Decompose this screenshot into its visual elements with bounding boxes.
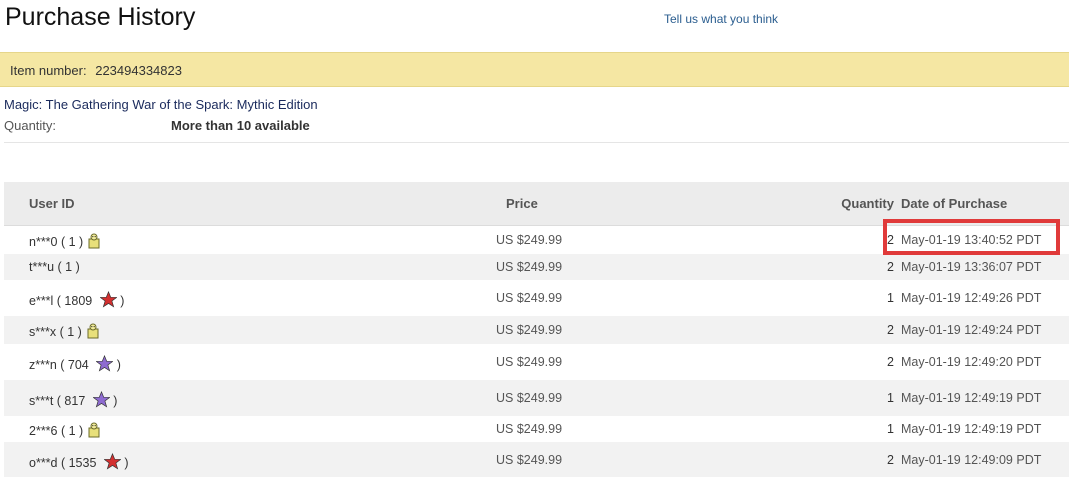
quantity-cell: 1 (887, 290, 894, 305)
feedback-score-close: ) (79, 234, 84, 249)
price-cell: US $249.99 (496, 232, 563, 247)
item-number-label: Item number: (10, 63, 87, 78)
new-user-icon (87, 233, 101, 252)
user-id[interactable]: 2***6 (29, 424, 58, 438)
date-cell: May-01-19 12:49:26 PDT (901, 290, 1042, 305)
header-user-id: User ID (29, 196, 75, 211)
user-id[interactable]: e***l (29, 294, 53, 308)
user-id-cell: z***n ( 704 ) (29, 354, 121, 375)
date-cell: May-01-19 12:49:24 PDT (901, 322, 1042, 337)
table-row: t***u ( 1 ) US $249.99 2 May-01-19 13:36:07… (4, 254, 1069, 280)
user-id-cell: n***0 ( 1 ) (29, 233, 101, 252)
feedback-score[interactable]: ( 1809 (53, 294, 95, 308)
user-id[interactable]: o***d (29, 456, 58, 470)
feedback-score[interactable]: ( 1 (58, 424, 80, 438)
feedback-score-close: ) (77, 324, 82, 339)
quantity-label: Quantity: (4, 118, 57, 133)
price-cell: US $249.99 (496, 259, 563, 274)
feedback-score[interactable]: ( 817 (53, 394, 88, 408)
user-id-cell: o***d ( 1535 ) (29, 452, 129, 473)
quantity-cell: 2 (887, 259, 894, 274)
quantity-cell: 2 (887, 232, 894, 247)
quantity-cell: 2 (887, 354, 894, 369)
quantity-cell: 1 (887, 390, 894, 405)
red-star-icon (103, 452, 122, 473)
page-title: Purchase History (5, 3, 196, 31)
table-row: s***t ( 817 ) US $249.99 1 May-01-19 12:49:… (4, 380, 1069, 416)
user-id[interactable]: t***u (29, 260, 54, 274)
price-cell: US $249.99 (496, 322, 563, 337)
feedback-score[interactable]: ( 1 (58, 235, 80, 249)
feedback-link[interactable]: Tell us what you think (664, 12, 778, 26)
table-row: s***x ( 1 ) US $249.99 2 May-01-19 12:49:24… (4, 316, 1069, 344)
date-cell: May-01-19 13:36:07 PDT (901, 259, 1042, 274)
user-id-cell: 2***6 ( 1 ) (29, 422, 101, 441)
table-row: z***n ( 704 ) US $249.99 2 May-01-19 12:49:… (4, 344, 1069, 380)
date-cell: May-01-19 13:40:52 PDT (901, 232, 1042, 247)
feedback-score-close: ) (120, 455, 129, 470)
header-price: Price (506, 196, 538, 211)
price-cell: US $249.99 (496, 421, 563, 436)
date-cell: May-01-19 12:49:19 PDT (901, 421, 1042, 436)
quantity-value: More than 10 available (171, 118, 310, 133)
header-quantity: Quantity (841, 196, 894, 211)
red-star-icon (99, 290, 118, 311)
feedback-score[interactable]: ( 704 (57, 358, 92, 372)
table-row: e***l ( 1809 ) US $249.99 1 May-01-19 12:49… (4, 280, 1069, 316)
new-user-icon (86, 323, 100, 342)
date-cell: May-01-19 12:49:19 PDT (901, 390, 1042, 405)
table-header: User ID Price Quantity Date of Purchase (4, 182, 1069, 226)
item-number-value: 223494334823 (95, 63, 182, 78)
feedback-score[interactable]: ( 1 (56, 325, 78, 339)
feedback-score[interactable]: ( 1 (54, 260, 76, 274)
item-title-link[interactable]: Magic: The Gathering War of the Spark: M… (4, 97, 318, 112)
purchase-history-table: User ID Price Quantity Date of Purchase … (4, 182, 1069, 477)
user-id[interactable]: n***0 (29, 235, 58, 249)
price-cell: US $249.99 (496, 390, 563, 405)
table-row: 2***6 ( 1 ) US $249.99 1 May-01-19 12:49:19… (4, 416, 1069, 442)
feedback-score-close: ) (116, 293, 125, 308)
feedback-score-close: ) (79, 423, 84, 438)
user-id-cell: s***x ( 1 ) (29, 323, 100, 342)
new-user-icon (87, 422, 101, 441)
user-id[interactable]: z***n (29, 358, 57, 372)
feedback-score-close: ) (109, 393, 118, 408)
feedback-score-close: ) (75, 259, 80, 274)
user-id-cell: s***t ( 817 ) (29, 390, 118, 411)
price-cell: US $249.99 (496, 452, 563, 467)
date-cell: May-01-19 12:49:09 PDT (901, 452, 1042, 467)
divider (4, 142, 1069, 143)
table-body: n***0 ( 1 ) US $249.99 2 May-01-19 13:40:52… (4, 226, 1069, 477)
header-date: Date of Purchase (901, 196, 1008, 211)
user-id-cell: e***l ( 1809 ) (29, 290, 125, 311)
quantity-cell: 1 (887, 421, 894, 436)
feedback-score-close: ) (113, 357, 121, 372)
date-cell: May-01-19 12:49:20 PDT (901, 354, 1042, 369)
price-cell: US $249.99 (496, 354, 563, 369)
item-number-bar: Item number: 223494334823 (0, 52, 1069, 87)
user-id[interactable]: s***x (29, 325, 56, 339)
quantity-cell: 2 (887, 452, 894, 467)
purple-star-icon (92, 390, 111, 411)
feedback-score[interactable]: ( 1535 (58, 456, 100, 470)
table-row: o***d ( 1535 ) US $249.99 2 May-01-19 12:49… (4, 442, 1069, 477)
user-id[interactable]: s***t (29, 394, 53, 408)
price-cell: US $249.99 (496, 290, 563, 305)
quantity-cell: 2 (887, 322, 894, 337)
user-id-cell: t***u ( 1 ) (29, 260, 80, 274)
table-row: n***0 ( 1 ) US $249.99 2 May-01-19 13:40:52… (4, 226, 1069, 254)
purple-star-icon (95, 354, 114, 375)
